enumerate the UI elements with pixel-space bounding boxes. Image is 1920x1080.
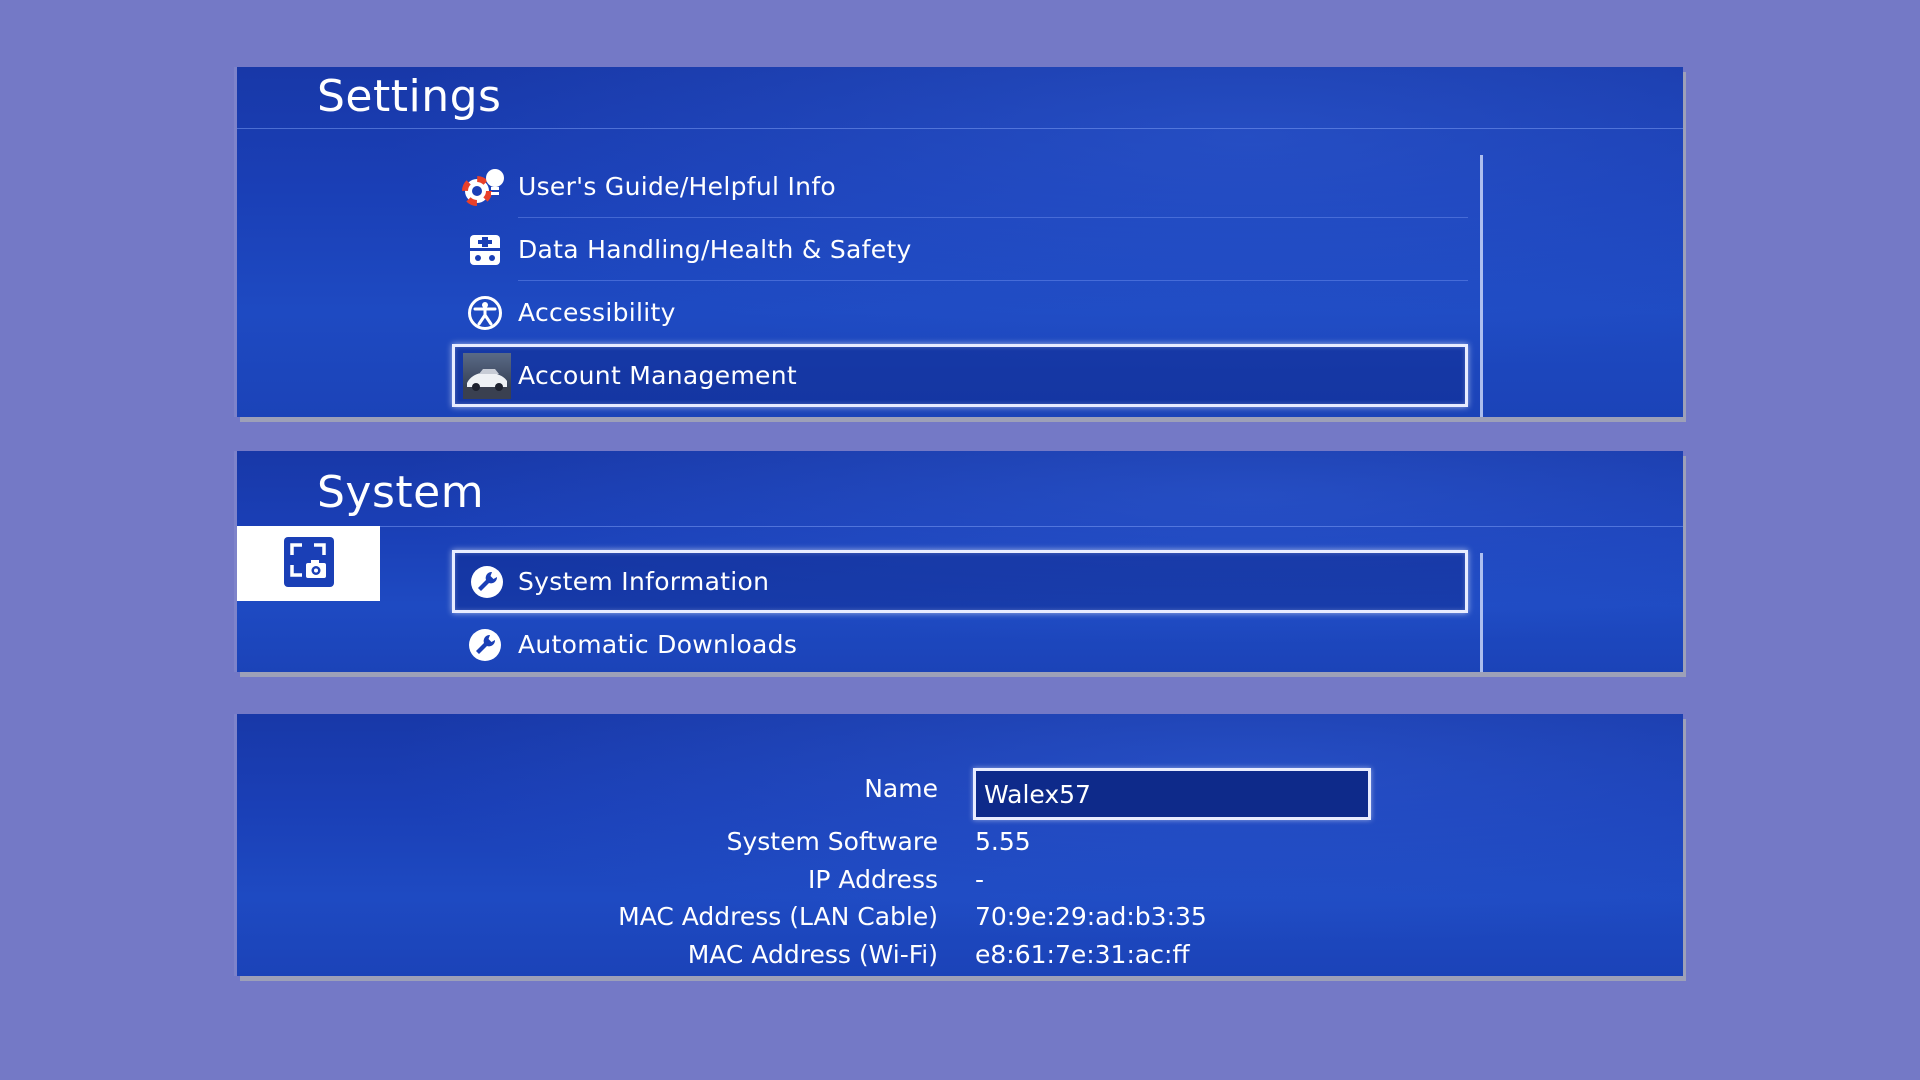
info-row: System Software 5.55 bbox=[237, 827, 1683, 865]
menu-item-system-information[interactable]: System Information bbox=[452, 550, 1468, 613]
info-value: 5.55 bbox=[975, 827, 1031, 856]
menu-item-label: Automatic Downloads bbox=[518, 630, 798, 659]
settings-scrollbar[interactable] bbox=[1480, 155, 1483, 417]
wrench-icon bbox=[452, 613, 518, 672]
info-label: MAC Address (Wi-Fi) bbox=[687, 940, 938, 969]
menu-item-label: Accessibility bbox=[518, 298, 676, 327]
capture-tab[interactable] bbox=[237, 526, 380, 601]
system-information-panel: Name System Software 5.55 IP Address - M… bbox=[237, 714, 1683, 976]
menu-item-account-management[interactable]: Account Management bbox=[452, 344, 1468, 407]
info-value: - bbox=[975, 865, 985, 894]
info-label: Name bbox=[864, 774, 938, 803]
menu-item-users-guide[interactable]: User's Guide/Helpful Info bbox=[452, 155, 1468, 218]
settings-menu: User's Guide/Helpful Info Data Handling/… bbox=[452, 155, 1468, 407]
system-scrollbar[interactable] bbox=[1480, 553, 1483, 672]
info-row: IP Address - bbox=[237, 865, 1683, 903]
lifebuoy-lightbulb-icon bbox=[452, 155, 518, 218]
system-title: System bbox=[317, 467, 485, 518]
menu-item-label: System Information bbox=[518, 567, 770, 596]
info-label: MAC Address (LAN Cable) bbox=[618, 902, 938, 931]
screenshot-camera-icon bbox=[283, 536, 334, 591]
menu-item-label: Account Management bbox=[518, 361, 797, 390]
info-label: IP Address bbox=[808, 865, 938, 894]
info-label: System Software bbox=[726, 827, 938, 856]
settings-title-divider bbox=[237, 128, 1683, 129]
menu-item-label: Data Handling/Health & Safety bbox=[518, 235, 912, 264]
account-avatar-car-icon bbox=[455, 344, 518, 407]
settings-title: Settings bbox=[317, 71, 502, 122]
menu-item-label: User's Guide/Helpful Info bbox=[518, 172, 837, 201]
system-menu: System Information Automatic Downloads bbox=[452, 550, 1468, 672]
accessibility-icon bbox=[452, 281, 518, 344]
menu-item-data-handling[interactable]: Data Handling/Health & Safety bbox=[452, 218, 1468, 281]
wrench-icon bbox=[455, 550, 518, 613]
info-row: MAC Address (Wi-Fi) e8:61:7e:31:ac:ff bbox=[237, 940, 1683, 976]
data-safety-icon bbox=[452, 218, 518, 281]
info-value: e8:61:7e:31:ac:ff bbox=[975, 940, 1190, 969]
menu-item-accessibility[interactable]: Accessibility bbox=[452, 281, 1468, 344]
system-panel: System System Information Automatic Down… bbox=[237, 451, 1683, 672]
menu-item-automatic-downloads[interactable]: Automatic Downloads bbox=[452, 613, 1468, 672]
system-title-divider bbox=[237, 526, 1683, 527]
info-value: 70:9e:29:ad:b3:35 bbox=[975, 902, 1207, 931]
name-field[interactable] bbox=[973, 768, 1371, 820]
info-row: MAC Address (LAN Cable) 70:9e:29:ad:b3:3… bbox=[237, 902, 1683, 940]
settings-panel: Settings User's Guide/Helpful Info Data … bbox=[237, 67, 1683, 417]
info-row-name: Name bbox=[237, 768, 1683, 820]
